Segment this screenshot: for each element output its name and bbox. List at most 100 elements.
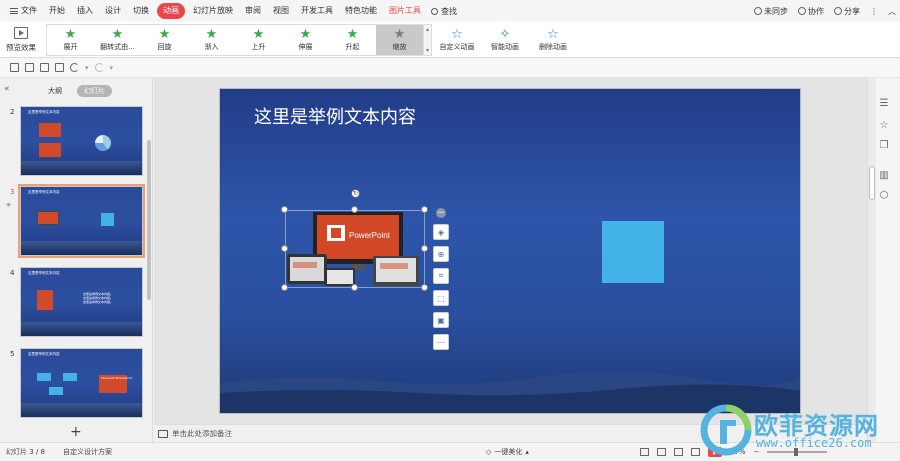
- search-box[interactable]: 查找: [431, 6, 457, 17]
- resize-handle[interactable]: [421, 245, 428, 252]
- menu-picture-tools[interactable]: 图片工具: [383, 3, 427, 19]
- beautify-button[interactable]: ◇ 一键美化 ▴: [486, 447, 529, 457]
- export-icon[interactable]: [25, 63, 34, 72]
- thumb-title: 这里是举例文本内容: [28, 190, 60, 194]
- star-icon: ★: [252, 26, 265, 42]
- ppt-logo-icon: [39, 143, 61, 157]
- menu-home[interactable]: 开始: [43, 3, 71, 19]
- copy-format-icon[interactable]: ❐: [878, 140, 890, 152]
- menu-view[interactable]: 视图: [267, 3, 295, 19]
- menu-features[interactable]: 特色功能: [339, 3, 383, 19]
- print-icon[interactable]: [40, 63, 49, 72]
- sorter-view-icon[interactable]: [674, 448, 683, 456]
- more-icon[interactable]: ⋮: [870, 7, 878, 16]
- properties-icon[interactable]: ☰: [878, 98, 890, 110]
- save-icon[interactable]: [10, 63, 19, 72]
- quickbar-more-icon[interactable]: ▾: [110, 64, 114, 72]
- gallery-scroll[interactable]: ▴ ▾: [423, 24, 431, 55]
- layers-icon[interactable]: ◈: [433, 224, 449, 240]
- collapse-panel-icon[interactable]: «: [4, 84, 10, 94]
- delete-animation-button[interactable]: ☆ 删除动画: [530, 23, 576, 57]
- redo-icon[interactable]: [94, 63, 104, 72]
- chevron-up-icon[interactable]: ▴: [426, 26, 429, 33]
- resize-handle[interactable]: [421, 284, 428, 291]
- menu-developer[interactable]: 开发工具: [295, 3, 339, 19]
- slide-number: 4: [10, 269, 15, 277]
- more-options-icon[interactable]: ⋯: [433, 334, 449, 350]
- diagram-box: [37, 373, 51, 381]
- status-left: 幻灯片 3 / 8 自定义设计方案: [6, 447, 112, 457]
- animation-pane-icon[interactable]: ☆: [878, 120, 890, 132]
- slide-thumbnail[interactable]: 这里是举例文本内容 这里是举例文本内容。 这里是举例文本内容。 这里是举例文本内…: [20, 267, 143, 337]
- picture-replace-icon[interactable]: ▣: [433, 312, 449, 328]
- tab-slides[interactable]: 幻灯片: [77, 85, 112, 97]
- rotate-handle-icon[interactable]: ↻: [351, 189, 360, 198]
- panel-scrollbar[interactable]: [147, 140, 151, 300]
- anim-stretch[interactable]: ★ 伸展: [282, 25, 329, 55]
- undo-dropdown-icon[interactable]: ▾: [85, 64, 89, 72]
- zoom-in-icon[interactable]: ⊕: [433, 246, 449, 262]
- menu-file[interactable]: 文件: [4, 3, 43, 19]
- ribbon: 预览效果 ★ 展开 ★ 翻转式由... ★ 回旋 ★ 渐入 ★ 上升 ★ 伸展 ★ 升起 ★ 缩…: [0, 22, 900, 58]
- resize-handle[interactable]: [351, 284, 358, 291]
- anim-flip[interactable]: ★ 翻转式由...: [94, 25, 141, 55]
- resize-handle[interactable]: [281, 206, 288, 213]
- blue-square-shape[interactable]: [602, 221, 664, 283]
- thumb-rect: [101, 213, 114, 226]
- anim-zoom[interactable]: ★ 缩放: [376, 24, 423, 55]
- resize-handle[interactable]: [281, 245, 288, 252]
- collapse-minus-icon[interactable]: −: [436, 208, 446, 218]
- slide-thumbnail[interactable]: 这里是举例文本内容 Microsoft PowerPoint: [20, 348, 143, 418]
- sync-button[interactable]: 未同步: [754, 6, 788, 17]
- anim-expand[interactable]: ★ 展开: [47, 25, 94, 55]
- resize-handle[interactable]: [281, 284, 288, 291]
- diagram-box: [63, 373, 77, 381]
- anim-label: 回旋: [157, 42, 172, 51]
- anim-spin[interactable]: ★ 回旋: [141, 25, 188, 55]
- thumb-badge-text: Microsoft PowerPoint: [101, 376, 133, 380]
- preview-icon: [14, 26, 28, 39]
- diagram-box: [49, 387, 63, 395]
- anim-ascend[interactable]: ★ 升起: [329, 25, 376, 55]
- vertical-scrollbar[interactable]: [868, 78, 876, 442]
- slide-canvas[interactable]: 这里是举例文本内容 PowerPoint ↻ − ◈ ⊕ ⌗ ⬚ ▣ ⋯: [219, 88, 801, 414]
- slide-thumbnail-selected[interactable]: 这里是举例文本内容: [18, 184, 145, 258]
- thumb-landscape: [21, 161, 142, 175]
- crop-icon[interactable]: ⌗: [433, 268, 449, 284]
- shape-icon[interactable]: ⬡: [878, 190, 890, 202]
- menubar-right: 未同步 协作 分享 ⋮ ︿: [754, 0, 896, 22]
- resize-handle[interactable]: [421, 206, 428, 213]
- custom-animation-label: 自定义动画: [439, 42, 475, 51]
- preview-effect-button[interactable]: 预览效果: [0, 23, 42, 57]
- beautify-label: 一键美化: [494, 448, 523, 456]
- select-region-icon[interactable]: ⬚: [433, 290, 449, 306]
- tab-outline[interactable]: 大纲: [41, 85, 69, 97]
- menu-insert[interactable]: 插入: [71, 3, 99, 19]
- notes-view-icon[interactable]: [640, 448, 649, 456]
- resize-handle[interactable]: [351, 206, 358, 213]
- menu-animation[interactable]: 动画: [157, 3, 185, 19]
- smart-animation-button[interactable]: ✧ 智能动画: [482, 23, 528, 57]
- slide-title[interactable]: 这里是举例文本内容: [254, 103, 416, 129]
- anim-rise[interactable]: ★ 上升: [235, 25, 282, 55]
- anim-fade[interactable]: ★ 渐入: [188, 25, 235, 55]
- collab-button[interactable]: 协作: [798, 6, 824, 17]
- thumb-title: 这里是举例文本内容: [28, 110, 60, 114]
- share-button[interactable]: 分享: [834, 6, 860, 17]
- scrollbar-thumb[interactable]: [869, 166, 875, 200]
- theme-name[interactable]: 自定义设计方案: [63, 447, 112, 457]
- selection-box: [285, 210, 425, 288]
- undo-icon[interactable]: [70, 63, 79, 72]
- normal-view-icon[interactable]: [657, 448, 666, 456]
- collapse-ribbon-icon[interactable]: ︿: [888, 6, 896, 17]
- menu-review[interactable]: 审阅: [239, 3, 267, 19]
- chart-icon[interactable]: ▥: [878, 170, 890, 182]
- menu-transition[interactable]: 切换: [127, 3, 155, 19]
- slide-thumbnail[interactable]: 这里是举例文本内容: [20, 106, 143, 176]
- custom-animation-button[interactable]: ☆ 自定义动画: [434, 23, 480, 57]
- menu-slideshow[interactable]: 幻灯片放映: [187, 3, 239, 19]
- print-preview-icon[interactable]: [55, 63, 64, 72]
- add-slide-button[interactable]: +: [70, 424, 82, 440]
- chevron-down-icon[interactable]: ▾: [426, 47, 429, 54]
- menu-design[interactable]: 设计: [99, 3, 127, 19]
